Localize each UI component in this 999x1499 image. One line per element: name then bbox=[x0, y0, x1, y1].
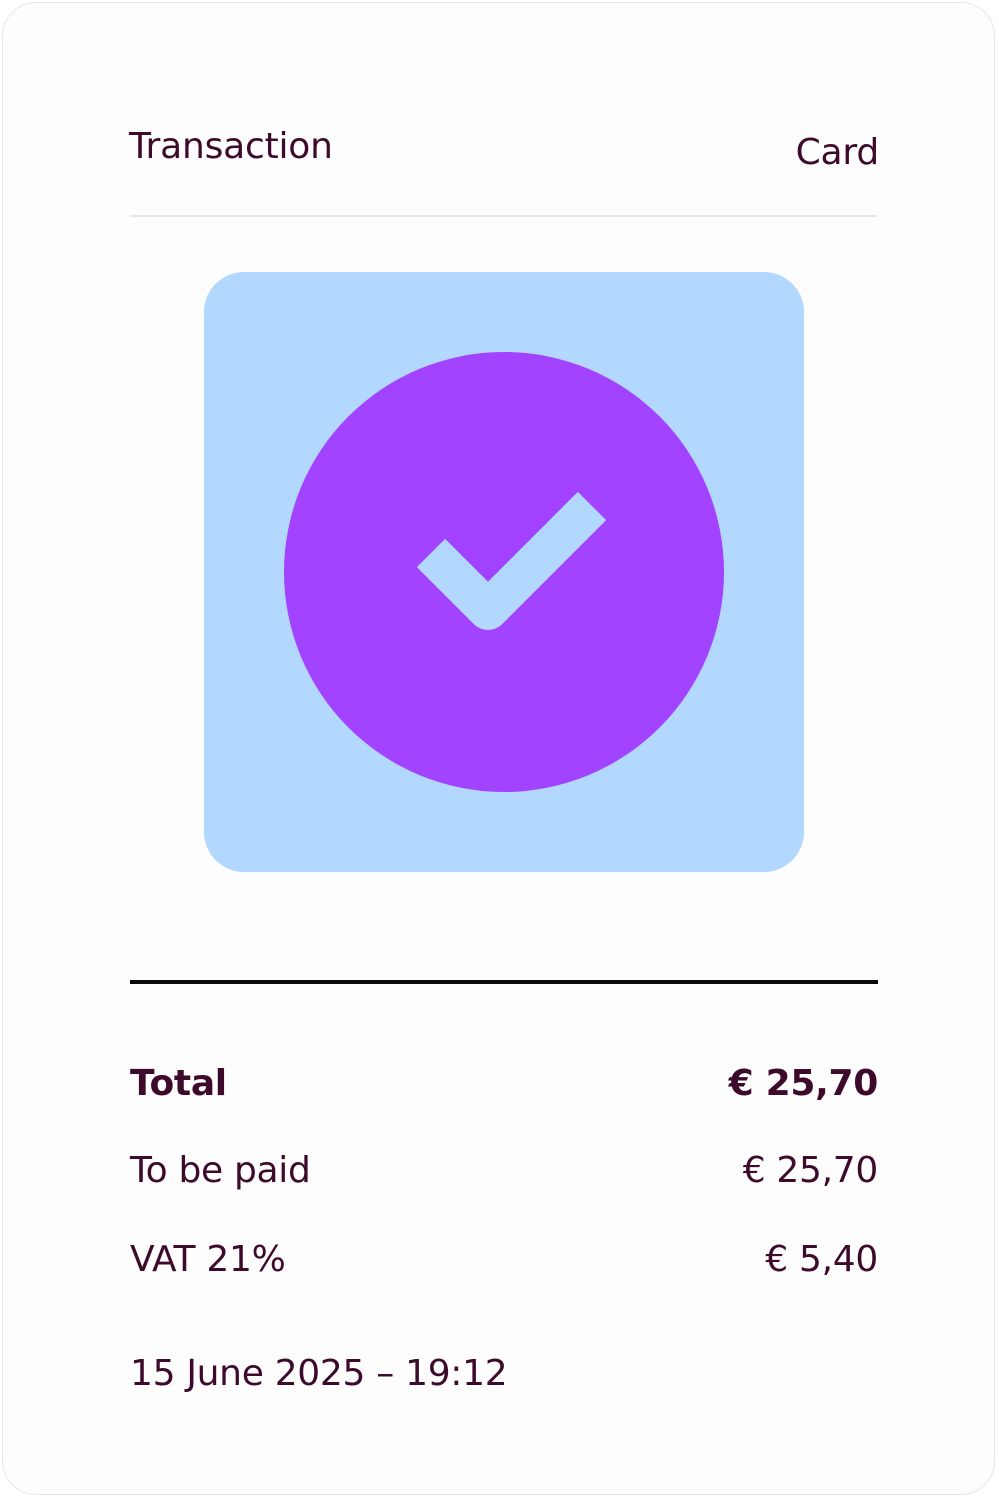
receipt-header: Transaction Card bbox=[129, 125, 879, 175]
payment-status-tile bbox=[204, 272, 804, 872]
vat-amount: € 5,40 bbox=[765, 1239, 878, 1280]
vat-label: VAT 21% bbox=[130, 1239, 286, 1280]
transaction-title: Transaction bbox=[129, 126, 333, 167]
payment-method-label: Card bbox=[795, 132, 880, 173]
transaction-timestamp: 15 June 2025 – 19:12 bbox=[130, 1353, 508, 1394]
total-label: Total bbox=[130, 1063, 227, 1104]
total-amount: € 25,70 bbox=[728, 1063, 879, 1104]
check-mark-icon bbox=[416, 491, 607, 630]
summary-divider bbox=[130, 980, 878, 984]
to-be-paid-label: To be paid bbox=[130, 1150, 311, 1191]
to-be-paid-row: To be paid € 25,70 bbox=[130, 1147, 878, 1195]
vat-row: VAT 21% € 5,40 bbox=[130, 1236, 878, 1284]
check-circle-icon bbox=[284, 352, 724, 792]
header-divider bbox=[130, 215, 877, 217]
receipt-card: Transaction Card Total € 25,70 To be pai… bbox=[2, 2, 995, 1495]
total-row: Total € 25,70 bbox=[130, 1060, 878, 1108]
to-be-paid-amount: € 25,70 bbox=[742, 1150, 879, 1191]
